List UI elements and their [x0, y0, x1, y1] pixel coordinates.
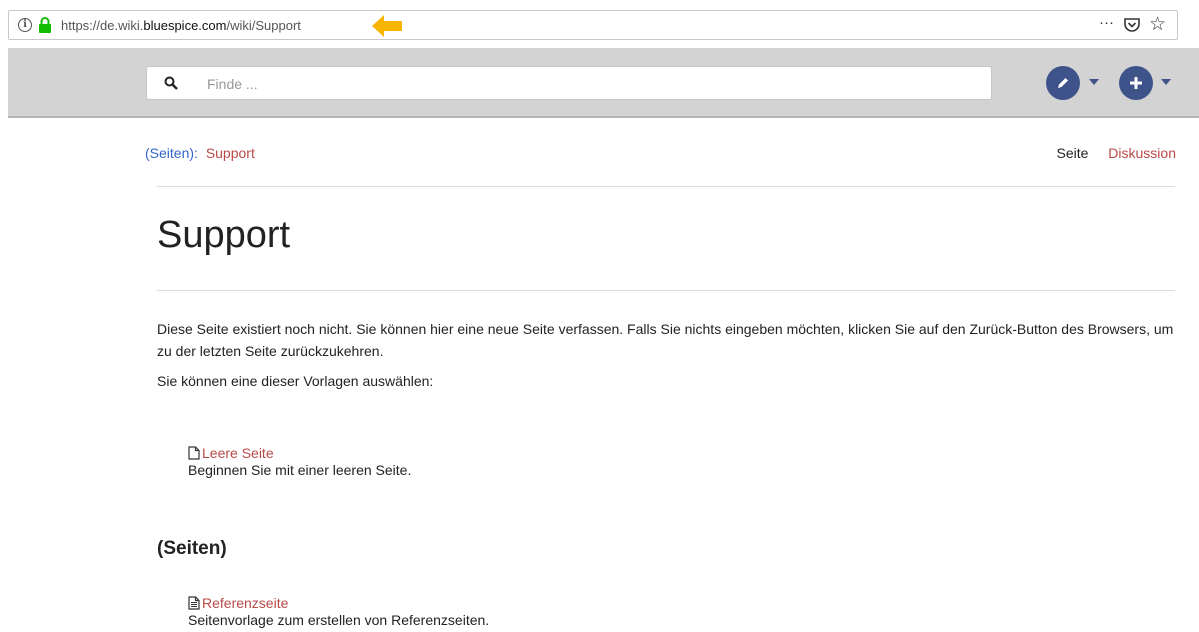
tab-discussion[interactable]: Diskussion [1108, 145, 1176, 161]
breadcrumb-separator: : [194, 145, 198, 161]
file-icon [188, 446, 200, 460]
star-icon[interactable]: ☆ [1149, 14, 1166, 36]
template-link-empty-page[interactable]: Leere Seite [188, 445, 411, 461]
pencil-icon [1058, 78, 1068, 88]
page-title: Support [157, 214, 291, 256]
search-input[interactable] [207, 74, 967, 94]
template-description: Beginnen Sie mit einer leeren Seite. [188, 462, 412, 478]
divider [157, 186, 1175, 187]
edit-menu-caret[interactable] [1089, 79, 1099, 85]
choose-template-text: Sie können eine dieser Vorlagen auswähle… [157, 373, 434, 389]
breadcrumb-page-link[interactable]: Support [206, 145, 255, 161]
page-tabs: Seite Diskussion [1056, 145, 1176, 161]
more-icon[interactable]: ··· [1099, 14, 1114, 31]
search-icon [164, 76, 178, 90]
tab-page[interactable]: Seite [1056, 145, 1088, 161]
template-item: Leere Seite Beginnen Sie mit einer leere… [188, 445, 411, 478]
url-path: /wiki/Support [226, 18, 301, 33]
plus-icon [1130, 77, 1142, 89]
intro-text: Diese Seite existiert noch nicht. Sie kö… [157, 321, 1174, 359]
search-box[interactable] [146, 66, 992, 100]
url-prefix: https://de.wiki. [61, 18, 144, 33]
lock-icon [39, 17, 51, 33]
create-menu-caret[interactable] [1161, 79, 1171, 85]
url-domain: bluespice.com [143, 18, 227, 33]
breadcrumb-root-link[interactable]: (Seiten) [145, 145, 194, 161]
template-item: Referenzseite Seitenvorlage zum erstelle… [188, 595, 489, 628]
template-label: Referenzseite [202, 595, 289, 611]
browser-url-bar[interactable]: i https://de.wiki.bluespice.com/wiki/Sup… [8, 10, 1178, 40]
breadcrumb: (Seiten): Support [145, 145, 255, 161]
create-button[interactable] [1119, 66, 1153, 100]
pocket-icon[interactable] [1123, 16, 1141, 34]
edit-button[interactable] [1046, 66, 1080, 100]
section-heading: (Seiten) [157, 538, 227, 559]
template-link-reference-page[interactable]: Referenzseite [188, 595, 489, 611]
template-description: Seitenvorlage zum erstellen von Referenz… [188, 612, 490, 628]
arrow-left-icon [372, 15, 402, 37]
url-text[interactable]: https://de.wiki.bluespice.com/wiki/Suppo… [61, 18, 301, 33]
info-icon[interactable]: i [18, 18, 32, 32]
template-label: Leere Seite [202, 445, 274, 461]
divider [157, 290, 1175, 291]
file-text-icon [188, 596, 200, 610]
site-header [8, 48, 1199, 118]
